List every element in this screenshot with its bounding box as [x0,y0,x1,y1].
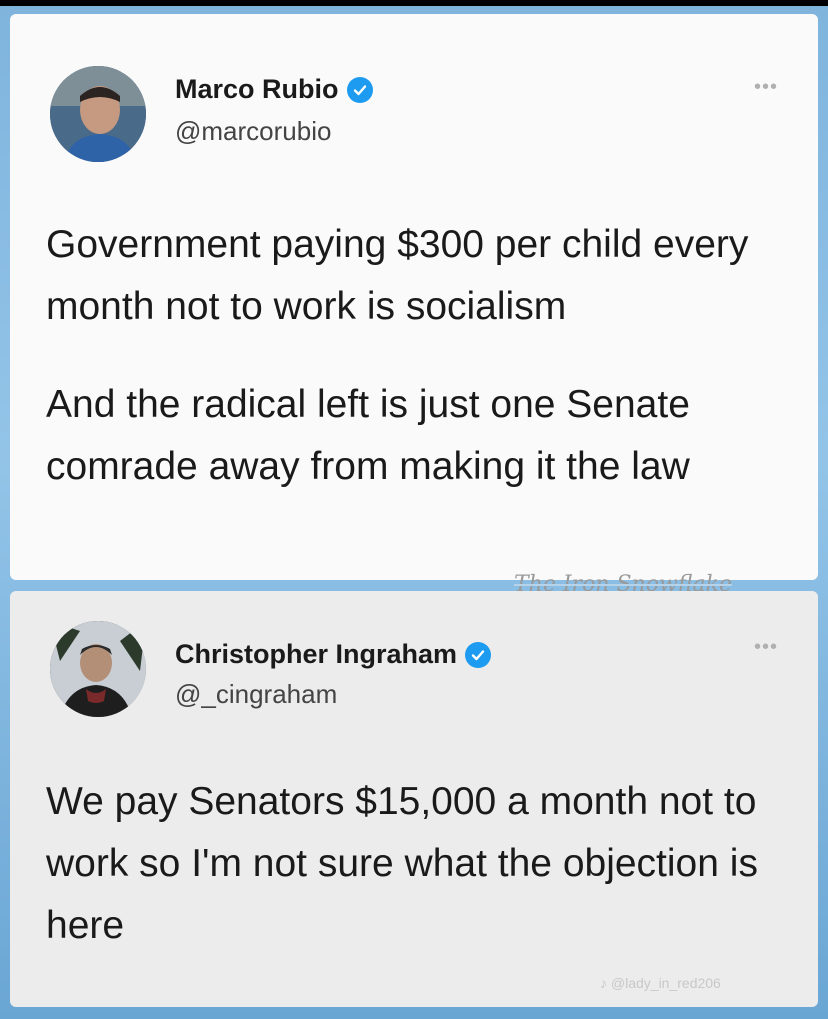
more-icon[interactable]: ••• [754,76,778,99]
tiktok-watermark: ♪ @lady_in_red206 [600,975,721,991]
tweet-text: And the radical left is just one Senate … [46,383,690,488]
top-black-bar [0,0,828,6]
author-name[interactable]: Marco Rubio [175,74,339,105]
verified-badge-icon [465,641,492,668]
avatar-portrait [50,621,146,717]
watermark-handle: @lady_in_red206 [610,975,721,991]
tweet-card-ingraham: Christopher Ingraham @_cingraham ••• We … [10,591,818,1007]
verified-badge-icon [346,76,373,103]
author-name[interactable]: Christopher Ingraham [175,639,457,670]
tweet-card-rubio: Marco Rubio @marcorubio ••• Government p… [10,14,818,580]
tweet-text: Government paying $300 per child every m… [46,223,749,328]
author-name-row: Christopher Ingraham [175,639,492,670]
more-icon[interactable]: ••• [754,636,778,659]
author-name-row: Marco Rubio [175,74,373,105]
author-handle[interactable]: @_cingraham [175,679,337,710]
avatar[interactable] [50,621,146,717]
avatar[interactable] [50,66,146,162]
author-handle[interactable]: @marcorubio [175,116,331,147]
avatar-portrait [50,66,146,162]
tweet-text: We pay Senators $15,000 a month not to w… [46,780,758,947]
